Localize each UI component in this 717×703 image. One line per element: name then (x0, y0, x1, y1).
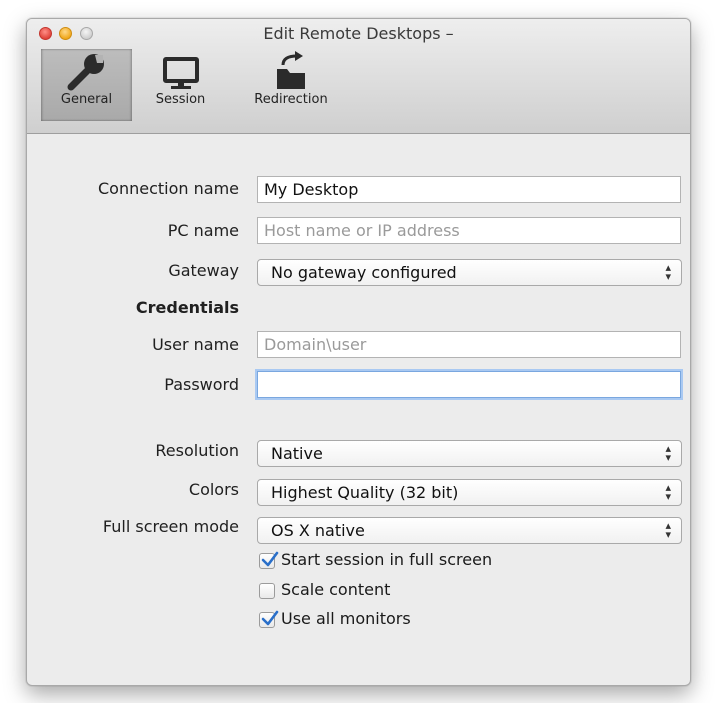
folder-redirect-icon (269, 51, 313, 97)
colors-select-value: Highest Quality (32 bit) (271, 483, 459, 502)
checkmark-icon (261, 551, 279, 567)
resolution-label: Resolution (155, 441, 239, 460)
updown-chevron-icon: ▴ ▾ (665, 481, 671, 503)
monitor-icon (159, 51, 203, 97)
wrench-icon (65, 51, 109, 97)
edit-remote-desktop-window: Edit Remote Desktops – General Session R… (26, 18, 691, 686)
password-label: Password (164, 375, 239, 394)
window-title: Edit Remote Desktops – (263, 24, 454, 43)
tab-general[interactable]: General (41, 49, 132, 121)
full-screen-mode-label: Full screen mode (102, 517, 239, 536)
start-full-screen-label: Start session in full screen (281, 550, 493, 569)
tab-redirection[interactable]: Redirection (238, 49, 344, 121)
checkbox-box (259, 583, 275, 599)
updown-chevron-icon: ▴ ▾ (665, 519, 671, 541)
password-field[interactable] (257, 371, 681, 398)
checkmark-icon (261, 610, 279, 626)
use-all-monitors-label: Use all monitors (281, 609, 411, 628)
resolution-select-value: Native (271, 444, 323, 463)
connection-name-label: Connection name (98, 179, 239, 198)
user-name-label: User name (152, 335, 239, 354)
pc-name-label: PC name (167, 221, 239, 240)
checkbox-box (259, 551, 279, 569)
resolution-select[interactable]: Native ▴ ▾ (257, 440, 682, 467)
updown-chevron-icon: ▴ ▾ (665, 261, 671, 283)
connection-name-field[interactable] (257, 176, 681, 203)
colors-label: Colors (188, 480, 239, 499)
full-screen-mode-select[interactable]: OS X native ▴ ▾ (257, 517, 682, 544)
gateway-select-value: No gateway configured (271, 263, 457, 282)
tab-session[interactable]: Session (139, 49, 222, 121)
tab-session-label: Session (155, 92, 206, 107)
colors-select[interactable]: Highest Quality (32 bit) ▴ ▾ (257, 479, 682, 506)
full-screen-mode-select-value: OS X native (271, 521, 365, 540)
scale-content-label: Scale content (281, 580, 391, 599)
pc-name-field[interactable] (257, 217, 681, 244)
gateway-select[interactable]: No gateway configured ▴ ▾ (257, 259, 682, 286)
tab-general-label: General (60, 92, 113, 107)
credentials-heading: Credentials (135, 298, 239, 317)
checkbox-box (259, 610, 279, 628)
user-name-field[interactable] (257, 331, 681, 358)
title-bar: Edit Remote Desktops – General Session R… (27, 19, 690, 134)
gateway-label: Gateway (168, 261, 239, 280)
tab-redirection-label: Redirection (254, 92, 328, 107)
updown-chevron-icon: ▴ ▾ (665, 442, 671, 464)
